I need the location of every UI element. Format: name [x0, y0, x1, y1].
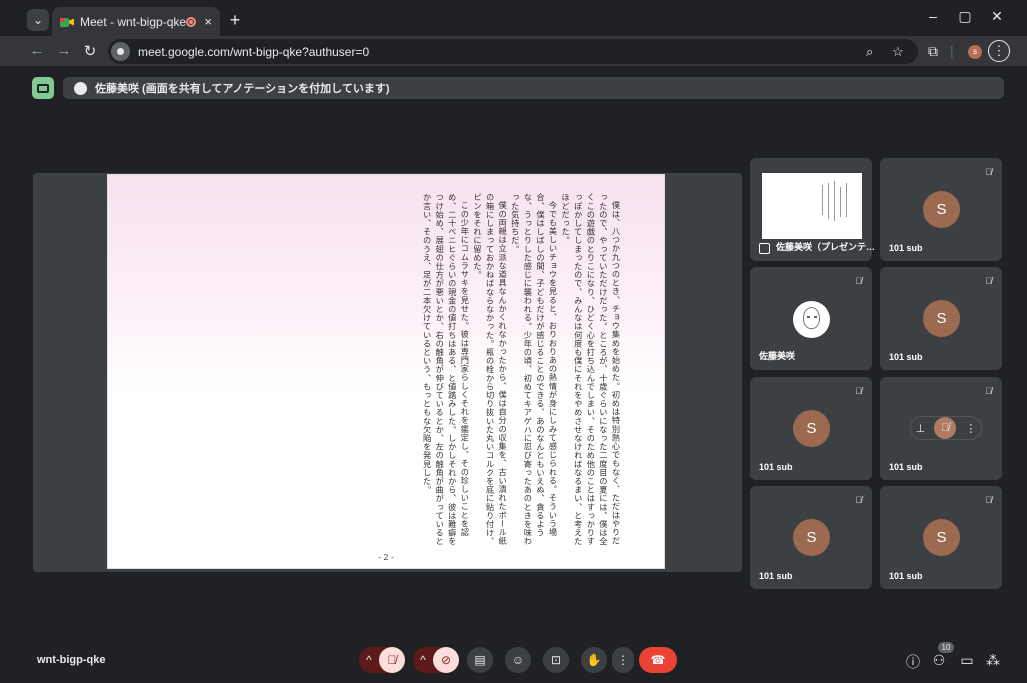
participant-tile[interactable]: 🎙̸ ⊥ 🎙̸ ⋮ 101 sub [880, 377, 1002, 480]
presentation-icon[interactable] [32, 77, 54, 99]
document-paragraph: 僕は、八つか九つのとき、チョウ集めを始めた。初めは特別熱心でもなく、ただはやりだ… [560, 193, 621, 546]
reload-icon[interactable]: ↻ [80, 42, 100, 60]
camera-off-icon[interactable]: ⊘ [433, 647, 459, 673]
more-options-icon[interactable]: ⋮ [965, 422, 976, 435]
mic-muted-icon: 🎙̸ [985, 386, 992, 396]
participant-tile[interactable]: 🎙̸ S 101 sub [880, 267, 1002, 370]
browser-toolbar: ← → ↻ meet.google.com/wnt-bigp-qke?authu… [0, 36, 1027, 67]
address-bar[interactable]: meet.google.com/wnt-bigp-qke?authuser=0 … [108, 39, 918, 64]
participant-name: 101 sub [759, 462, 793, 472]
browser-tab-strip: ⌄ Meet - wnt-bigp-qke × + – ▢ ✕ [0, 0, 1027, 36]
present-screen-icon [759, 243, 770, 254]
pin-icon[interactable]: ⊥ [916, 422, 926, 435]
participant-name: 佐藤美咲（プレゼンテ… [776, 242, 876, 252]
leave-call-button[interactable]: ☎ [639, 647, 677, 673]
presenter-banner: 佐藤美咲 (画面を共有してアノテーションを付加しています) [63, 77, 1004, 99]
tab-close-button[interactable]: × [204, 14, 212, 29]
participant-name: 101 sub [889, 352, 923, 362]
tab-title: Meet - wnt-bigp-qke [80, 14, 187, 29]
mute-participant-icon[interactable]: 🎙̸ [934, 417, 957, 439]
toolbar-divider: | [950, 43, 954, 59]
participant-avatar: S [923, 191, 960, 228]
tile-hover-controls: ⊥ 🎙̸ ⋮ [911, 417, 981, 439]
participant-tile[interactable]: 🎙̸ S 101 sub [880, 158, 1002, 261]
participant-name: 佐藤美咲 [759, 351, 796, 361]
presenter-avatar [74, 81, 87, 95]
mic-muted-icon: 🎙̸ [985, 276, 992, 286]
meeting-info-icon[interactable]: ⓘ [904, 652, 922, 672]
profile-avatar[interactable]: s [968, 45, 982, 59]
participant-avatar: S [923, 300, 960, 337]
meeting-code: wnt-bigp-qke [37, 654, 106, 666]
participant-tile[interactable]: 🎙̸ 佐藤美咲 [750, 267, 872, 370]
raise-hand-icon[interactable]: ✋ [581, 647, 607, 673]
mic-muted-icon[interactable]: 🎙̸ [379, 647, 405, 673]
bookmark-star-icon[interactable]: ☆ [892, 44, 904, 60]
participant-avatar: S [793, 410, 830, 447]
url-text[interactable]: meet.google.com/wnt-bigp-qke?authuser=0 [138, 45, 369, 59]
microphone-control: ^ 🎙̸ [359, 647, 405, 673]
participant-tile[interactable]: 🎙̸ S 101 sub [750, 377, 872, 480]
participant-tile[interactable]: 🎙̸ S 101 sub [750, 486, 872, 589]
tab-search-chevron-icon[interactable]: ⌄ [27, 9, 49, 31]
document-paragraph: 今でも美しいチョウを見ると、おりおりあの熱情が身にしみて感じられる。そういう場合… [510, 193, 559, 546]
presenter-banner-text: 佐藤美咲 (画面を共有してアノテーションを付加しています) [95, 83, 390, 95]
mic-muted-icon: 🎙̸ [855, 386, 862, 396]
zoom-icon[interactable]: ⌕ [866, 44, 873, 60]
participant-avatar-illustration [793, 301, 830, 338]
people-icon[interactable]: ⚇ [930, 652, 948, 669]
more-options-icon[interactable]: ⋮ [612, 647, 634, 673]
mic-muted-icon: 🎙̸ [985, 167, 992, 177]
site-info-icon[interactable] [111, 42, 130, 61]
shared-document: 僕は、八つか九つのとき、チョウ集めを始めた。初めは特別熱心でもなく、ただはやりだ… [107, 174, 665, 569]
extensions-puzzle-icon[interactable]: ⧉ [928, 43, 938, 60]
activities-icon[interactable]: ⁂ [984, 652, 1002, 669]
back-arrow-icon[interactable]: ← [27, 42, 47, 59]
participant-name: 101 sub [889, 571, 923, 581]
minimize-button[interactable]: – [922, 8, 944, 24]
maximize-button[interactable]: ▢ [954, 8, 976, 25]
recording-indicator-icon [186, 16, 197, 27]
browser-tab-meet[interactable]: Meet - wnt-bigp-qke × [52, 7, 220, 36]
window-close-button[interactable]: ✕ [986, 8, 1008, 25]
captions-icon[interactable]: ▤ [467, 647, 493, 673]
present-now-icon[interactable]: ⊡ [543, 647, 569, 673]
participant-tile-presentation[interactable]: 佐藤美咲（プレゼンテ… [750, 158, 876, 261]
document-text: 僕は、八つか九つのとき、チョウ集めを始めた。初めは特別熱心でもなく、ただはやりだ… [421, 193, 623, 553]
mic-muted-icon: 🎙̸ [855, 495, 862, 505]
mic-options-chevron-icon[interactable]: ^ [359, 653, 379, 667]
participant-avatar: S [923, 519, 960, 556]
page-number: - 2 - [378, 553, 394, 562]
reactions-icon[interactable]: ☺ [505, 647, 531, 673]
participant-avatar: S [793, 519, 830, 556]
new-tab-button[interactable]: + [224, 9, 246, 31]
document-paragraph: この少年にコムラサキを見せた。彼は専門家らしくそれを鑑定し、その珍しいことを認め… [422, 193, 470, 546]
camera-options-chevron-icon[interactable]: ^ [413, 653, 433, 667]
participant-tile[interactable]: 🎙̸ S 101 sub [880, 486, 1002, 589]
browser-menu-icon[interactable]: ⋮ [988, 40, 1010, 62]
participant-name: 101 sub [889, 243, 923, 253]
participant-name: 101 sub [759, 571, 793, 581]
google-meet-favicon-icon [60, 16, 74, 28]
forward-arrow-icon[interactable]: → [54, 42, 74, 59]
camera-control: ^ ⊘ [413, 647, 459, 673]
mic-muted-icon: 🎙̸ [985, 495, 992, 505]
mic-muted-icon: 🎙̸ [855, 276, 862, 286]
presentation-thumbnail [762, 173, 862, 239]
chat-icon[interactable]: ▭ [958, 652, 976, 669]
participant-name: 101 sub [889, 462, 923, 472]
document-paragraph: 僕の両親は立派な道具なんかくれなかったから、僕は自分の収集を、古い潰れたボール紙… [472, 193, 508, 546]
